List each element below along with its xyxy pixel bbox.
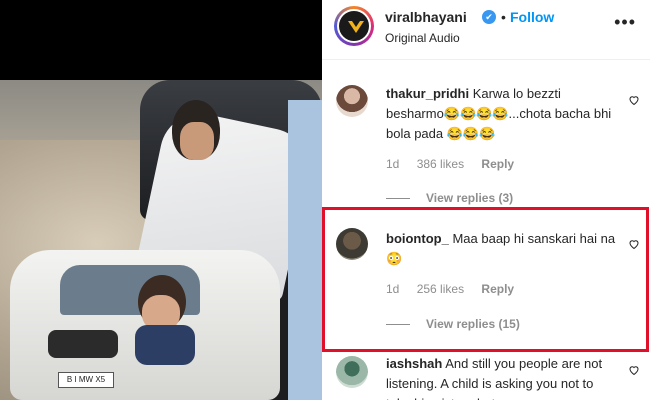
- verified-badge-icon: ✔: [482, 10, 496, 24]
- post-header: viralbhayani ✔ • Follow Original Audio •…: [322, 0, 650, 60]
- more-options-icon[interactable]: •••: [614, 12, 636, 33]
- comment-username[interactable]: iashshah: [386, 356, 442, 371]
- post-media[interactable]: B I MW X5: [0, 0, 322, 400]
- comment-text: thakur_pridhi Karwa lo bezzti besharmo😂😂…: [386, 84, 618, 144]
- post-video[interactable]: B I MW X5: [0, 80, 322, 400]
- comment-time: 1d: [386, 157, 400, 171]
- view-replies-label[interactable]: View replies (3): [426, 191, 513, 205]
- comment-username[interactable]: thakur_pridhi: [386, 86, 469, 101]
- commenter-avatar[interactable]: [336, 356, 368, 388]
- license-plate: B I MW X5: [58, 372, 114, 388]
- profile-avatar[interactable]: [334, 6, 374, 46]
- commenter-avatar[interactable]: [336, 85, 368, 117]
- v-logo-icon: [348, 21, 364, 33]
- post-author-username[interactable]: viralbhayani: [385, 9, 467, 25]
- highlight-box: [322, 207, 649, 352]
- view-replies-button[interactable]: View replies (3): [386, 191, 513, 205]
- man-face: [180, 122, 214, 160]
- replies-divider-line: [386, 198, 410, 200]
- heart-icon[interactable]: [628, 364, 640, 376]
- toy-car-grille: [48, 330, 118, 358]
- follow-button[interactable]: Follow: [510, 9, 554, 25]
- blue-clothing: [288, 100, 322, 400]
- reply-button[interactable]: Reply: [481, 157, 514, 171]
- comment-text: iashshah And still you people are not li…: [386, 354, 618, 400]
- comment-likes[interactable]: 386 likes: [417, 157, 464, 171]
- audio-label[interactable]: Original Audio: [385, 31, 460, 45]
- comment-meta: 1d 386 likes Reply: [386, 157, 528, 171]
- separator-dot: •: [501, 9, 506, 25]
- child-body: [135, 325, 195, 365]
- heart-icon[interactable]: [628, 94, 640, 106]
